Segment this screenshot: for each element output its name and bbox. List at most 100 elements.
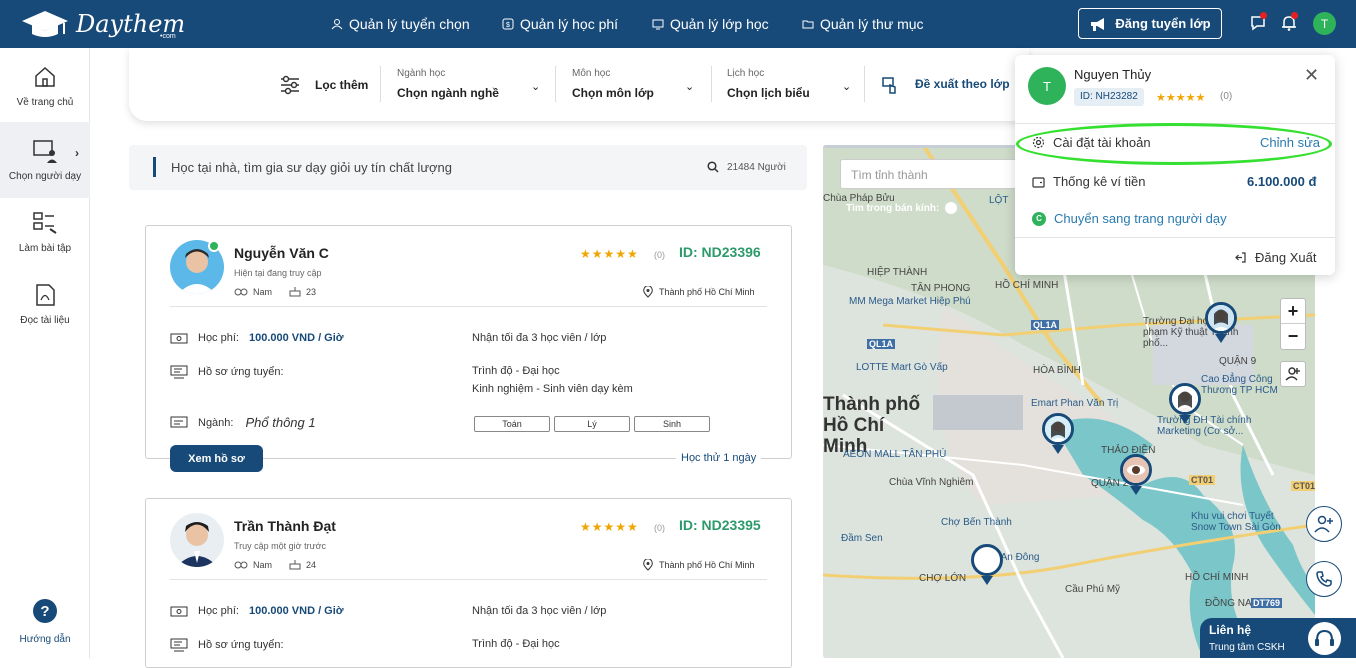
- account-settings-item[interactable]: Cài đặt tài khoản: [1032, 135, 1151, 150]
- result-count: 21484 Người: [707, 161, 786, 173]
- map-pin-tail: [1052, 445, 1064, 454]
- subject-select-label: Môn học: [572, 68, 611, 79]
- location-pin-icon: [643, 559, 653, 571]
- bell-badge: [1291, 12, 1298, 19]
- add-contact-fab[interactable]: [1306, 506, 1342, 542]
- divider: [170, 579, 767, 580]
- subject-select[interactable]: Môn học Chọn môn lớp ⌄: [572, 68, 697, 100]
- schedule-select-label: Lịch học: [727, 68, 765, 79]
- edit-account-link[interactable]: Chỉnh sửa: [1260, 135, 1320, 150]
- gender-icon: [234, 561, 248, 568]
- sliders-icon: [281, 75, 299, 95]
- sidebar-item-home[interactable]: Về trang chủ: [0, 48, 90, 124]
- phone-icon: [1316, 571, 1332, 587]
- call-fab[interactable]: [1306, 561, 1342, 597]
- map-add-person-button[interactable]: [1280, 361, 1306, 387]
- map-label: Chợ Bến Thành: [941, 517, 1012, 528]
- nav-item-lop-hoc[interactable]: Quản lý lớp học: [652, 16, 769, 32]
- nav-item-tuyen-chon[interactable]: Quản lý tuyển chọn: [331, 16, 470, 32]
- megaphone-icon: [1091, 17, 1105, 31]
- cake-icon: [289, 287, 301, 297]
- tutor-name[interactable]: Trần Thành Đạt: [234, 518, 336, 534]
- zoom-out-button[interactable]: −: [1281, 324, 1305, 349]
- wallet-icon: [1032, 176, 1045, 188]
- divider: [1015, 123, 1335, 124]
- svg-text:$: $: [506, 22, 510, 29]
- sidebar-item-exercise[interactable]: Làm bài tập: [0, 194, 90, 270]
- contact-title: Liên hệ: [1209, 623, 1252, 637]
- map-label: HÒA BÌNH: [1033, 365, 1081, 376]
- map-label: ĐỒNG NAI: [1205, 598, 1255, 609]
- help-label[interactable]: Hướng dẫn: [0, 634, 90, 645]
- switch-to-teacher-item[interactable]: C Chuyển sang trang người dạy: [1032, 211, 1227, 226]
- cash-icon: [170, 333, 188, 343]
- sidebar-item-documents[interactable]: Đọc tài liệu: [0, 266, 90, 342]
- map-label: CHỢ LỚN: [919, 573, 967, 584]
- user-avatar[interactable]: T: [1313, 12, 1336, 35]
- trial-link[interactable]: Học thử 1 ngày: [676, 452, 762, 464]
- profile-icon: [170, 638, 188, 652]
- exercise-icon: [33, 211, 57, 234]
- sidebar-item-choose-teacher[interactable]: Chọn người dạy ›: [0, 122, 90, 198]
- map-label: HỒ CHÍ MINH: [1185, 572, 1249, 583]
- road-label: CT01: [1291, 481, 1315, 491]
- certificate-icon: [170, 416, 188, 427]
- gender-icon: [234, 288, 248, 295]
- tutor-gender: Nam: [253, 559, 273, 570]
- schedule-select[interactable]: Lịch học Chọn lịch biểu ⌄: [727, 68, 854, 100]
- more-filters-label: Lọc thêm: [315, 78, 369, 92]
- search-accent-line: [153, 157, 156, 177]
- chevron-down-icon: ⌄: [685, 81, 695, 93]
- major-value: Phổ thông 1: [245, 415, 316, 430]
- teacher-icon: [33, 139, 57, 163]
- capacity: Nhận tối đa 3 học viên / lớp: [472, 332, 607, 344]
- subject-select-value: Chọn môn lớp: [572, 86, 654, 100]
- road-label: DT769: [1251, 598, 1283, 608]
- tutor-status: Truy cập một giờ trước: [234, 541, 327, 551]
- wallet-stats-item[interactable]: Thống kê ví tiền: [1032, 174, 1146, 189]
- zoom-in-button[interactable]: +: [1281, 299, 1305, 324]
- divider: [1015, 237, 1335, 238]
- help-icon[interactable]: ?: [33, 599, 57, 623]
- dropdown-avatar: T: [1028, 67, 1066, 105]
- major-row: Ngành: Phổ thông 1: [170, 415, 316, 430]
- tutor-level: Trình độ - Đại học: [472, 638, 560, 650]
- logout-button[interactable]: Đăng Xuất: [1234, 250, 1316, 265]
- money-icon: $: [502, 18, 514, 30]
- pdf-icon: [36, 283, 55, 306]
- home-icon: [35, 66, 55, 87]
- logo[interactable]: Daythem •com: [20, 6, 185, 42]
- nav-item-hoc-phi[interactable]: $ Quản lý học phí: [502, 16, 618, 32]
- sidebar-item-label: Đọc tài liệu: [20, 314, 70, 326]
- contact-subtitle: Trung tâm CSKH: [1209, 642, 1285, 653]
- map-tutor-pin[interactable]: [1042, 413, 1074, 445]
- more-filters-button[interactable]: Lọc thêm: [279, 75, 368, 95]
- tutor-meta: Nam 24: [234, 559, 316, 570]
- suggest-by-class-button[interactable]: Đề xuất theo lớp: [915, 77, 1010, 91]
- location-pin-icon: [643, 286, 653, 298]
- major-select-label: Ngành học: [397, 68, 446, 79]
- tutor-name[interactable]: Nguyễn Văn C: [234, 245, 329, 261]
- tutor-meta: Nam 23: [234, 286, 316, 297]
- tutor-id: ID: ND23396: [679, 244, 761, 260]
- map-tutor-pin[interactable]: [1169, 383, 1201, 415]
- close-icon[interactable]: ✕: [1304, 65, 1319, 86]
- fee-value: 100.000 VND / Giờ: [248, 332, 344, 344]
- map-province-search[interactable]: Tìm tỉnh thành: [840, 159, 1040, 189]
- nav-item-thu-muc[interactable]: Quản lý thư mục: [802, 16, 924, 32]
- contact-support-box[interactable]: Liên hệ Trung tâm CSKH: [1200, 618, 1356, 658]
- major-select[interactable]: Ngành học Chọn ngành nghề ⌄: [397, 68, 542, 100]
- map-tutor-pin[interactable]: [1120, 454, 1152, 486]
- rating-count: (0): [654, 523, 665, 533]
- online-status-dot: [208, 240, 220, 252]
- map-location-pin[interactable]: [971, 544, 1003, 576]
- logout-label: Đăng Xuất: [1255, 250, 1317, 265]
- tutor-experience: Kinh nghiệm - Sinh viên dạy kèm: [472, 383, 633, 395]
- divider: [555, 66, 556, 102]
- view-profile-button[interactable]: Xem hồ sơ: [170, 445, 263, 472]
- map-tutor-pin[interactable]: [1205, 302, 1237, 334]
- search-bar[interactable]: Học tại nhà, tìm gia sư dạy giỏi uy tín …: [129, 145, 807, 190]
- map-pin-tail: [981, 576, 993, 585]
- fee-value: 100.000 VND / Giờ: [248, 605, 344, 617]
- post-class-button[interactable]: Đăng tuyển lớp: [1078, 8, 1222, 39]
